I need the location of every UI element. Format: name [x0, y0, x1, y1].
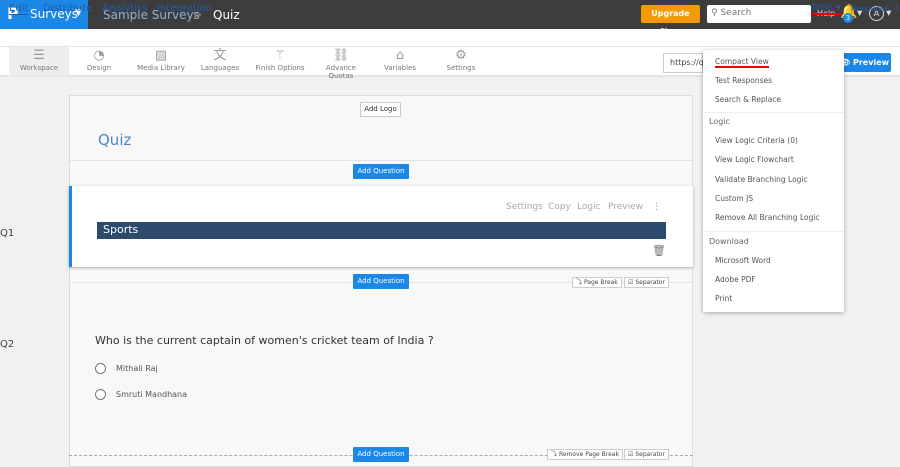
radio-option[interactable] [95, 363, 106, 374]
search-input[interactable]: ⚲ Search [707, 5, 811, 23]
separator-button[interactable]: ☑ Separator [624, 277, 669, 288]
tool-label: Variables [384, 64, 416, 72]
remove-page-break-button[interactable]: ⤵ Remove Page Break [547, 449, 623, 460]
menu-item-custom-js[interactable]: Custom JS [715, 194, 753, 203]
tool-label: Languages [200, 64, 240, 72]
tool-media-library[interactable]: ▨ Media Library [133, 47, 189, 76]
divider [70, 160, 692, 161]
radio-option[interactable] [95, 389, 106, 400]
option-label: Smruti Mandhana [116, 390, 188, 399]
tools-dropdown-menu: Compact View Test Responses Search & Rep… [703, 50, 844, 312]
magic-wand-icon: ⚚ [274, 48, 286, 63]
languages-icon: 文 [213, 48, 227, 63]
menu-item-compact-view[interactable]: Compact View [715, 57, 769, 68]
tool-design[interactable]: ◔ Design [76, 47, 122, 76]
section-header-text[interactable]: Sports [97, 222, 666, 239]
survey-title[interactable]: Quiz [98, 131, 131, 149]
tool-label: Finish Options [255, 64, 305, 72]
nav-bar [0, 29, 900, 47]
preview-label: Preview [852, 58, 889, 67]
logic-link[interactable]: Logic [577, 202, 601, 212]
tool-label: Media Library [137, 64, 185, 72]
divider [703, 231, 844, 232]
question-text[interactable]: Who is the current captain of women's cr… [95, 334, 434, 347]
survey-url-field[interactable]: https://q [663, 53, 704, 73]
link-icon: ⛓ [332, 48, 350, 63]
tool-languages[interactable]: 文 Languages [198, 47, 242, 76]
tab-analytics[interactable]: Analytics [102, 3, 147, 14]
page-break-button[interactable]: ⤵ Page Break [572, 277, 622, 288]
notification-badge: 3 [843, 13, 853, 23]
separator-button[interactable]: ☑ Separator [624, 449, 669, 460]
tool-label: Workspace [19, 64, 59, 72]
tab-integration[interactable]: Integration [157, 3, 212, 14]
tools-menu-button[interactable]: Tools ▾ [811, 3, 841, 15]
tool-finish-options[interactable]: ⚚ Finish Options [254, 47, 306, 76]
page-break-icon: ⤵ [576, 279, 583, 286]
tool-variables[interactable]: ⌂ Variables [380, 47, 420, 76]
menu-item-test-responses[interactable]: Test Responses [715, 76, 772, 85]
add-logo-button[interactable]: Add Logo [360, 102, 401, 117]
menu-item-remove-branching-logic[interactable]: Remove All Branching Logic [715, 213, 820, 222]
separator-label: Separator [635, 279, 665, 286]
tool-settings[interactable]: ⚙ Settings [442, 47, 480, 76]
tab-distribute[interactable]: Distribute [43, 3, 92, 14]
more-vertical-icon[interactable]: ⋮ [652, 202, 661, 212]
menu-item-search-replace[interactable]: Search & Replace [715, 95, 781, 104]
menu-item-print[interactable]: Print [715, 294, 732, 303]
add-question-button[interactable]: Add Question [353, 164, 409, 179]
menu-item-view-logic-criteria[interactable]: View Logic Criteria (0) [715, 136, 798, 145]
question-number: Q1 [0, 228, 15, 239]
copy-link[interactable]: Copy [548, 202, 571, 212]
preview-link[interactable]: Preview [608, 202, 643, 212]
trash-icon[interactable]: 🗑 [652, 244, 666, 257]
upgrade-button[interactable]: Upgrade Now [641, 5, 700, 36]
question-number: Q2 [0, 339, 15, 350]
image-icon: ▨ [154, 48, 168, 63]
palette-icon: ◔ [93, 48, 105, 63]
page-break-icon: ⤵ [551, 451, 558, 458]
menu-item-adobe-pdf[interactable]: Adobe PDF [715, 275, 756, 284]
preview-button[interactable]: 👁 Preview [838, 53, 891, 72]
menu-item-microsoft-word[interactable]: Microsoft Word [715, 256, 771, 265]
search-placeholder: Search [720, 8, 752, 18]
checkbox-icon: ☑ [628, 451, 634, 458]
divider [703, 112, 844, 113]
tool-label: Design [86, 64, 112, 72]
tag-icon: ⌂ [395, 48, 405, 63]
tools-label: Tools [811, 3, 834, 13]
add-question-button[interactable]: Add Question [353, 274, 409, 289]
response-count[interactable]: Response: 1 [851, 4, 900, 13]
remove-page-break-label: Remove Page Break [558, 451, 619, 458]
tool-label: Advance Quotas [325, 64, 357, 80]
page-break-label: Page Break [583, 279, 618, 286]
breadcrumb-quiz: Quiz [213, 8, 240, 22]
add-question-button[interactable]: Add Question [353, 447, 409, 462]
checkbox-icon: ☑ [628, 279, 634, 286]
separator-label: Separator [635, 451, 665, 458]
menu-header-logic: Logic [709, 117, 730, 126]
menu-item-validate-branching-logic[interactable]: Validate Branching Logic [715, 175, 808, 184]
tool-label: Settings [446, 64, 476, 72]
option-label: Mithali Raj [116, 364, 158, 373]
workspace-icon: ☰ [33, 48, 45, 63]
settings-link[interactable]: Settings [506, 202, 543, 212]
tab-edit[interactable]: Edit [9, 3, 29, 15]
menu-item-view-logic-flowchart[interactable]: View Logic Flowchart [715, 155, 794, 164]
tool-workspace[interactable]: ☰ Workspace [9, 47, 69, 76]
gear-icon: ⚙ [455, 48, 467, 63]
menu-header-download: Download [709, 237, 749, 246]
tool-advance-quotas[interactable]: ⛓ Advance Quotas [313, 47, 369, 80]
